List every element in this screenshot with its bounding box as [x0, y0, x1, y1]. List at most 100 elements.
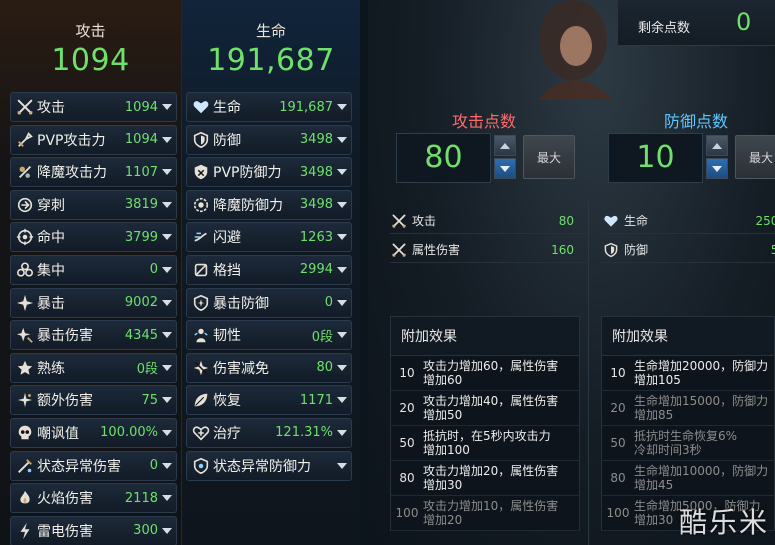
defense-stat-row[interactable]: 暴击防御 0 — [186, 287, 352, 318]
defense-stat-row[interactable]: 降魔防御力 3498 — [186, 189, 352, 220]
chevron-down-icon[interactable] — [162, 396, 172, 404]
defense-stat-row-label: 防御 — [213, 132, 241, 149]
defense-stat-row-label: PVP防御力 — [213, 165, 282, 182]
chevron-down-icon[interactable] — [162, 136, 172, 144]
defense-points-max-button[interactable]: 最大 — [735, 135, 775, 179]
chevron-down-icon[interactable] — [162, 527, 172, 535]
defense-stat-row[interactable]: 状态异常防御力 — [186, 450, 352, 481]
defense-stat-row-label: 恢复 — [213, 393, 241, 410]
heal-heart-icon — [191, 423, 211, 443]
defense-stat-row-label: 闪避 — [213, 230, 241, 247]
chevron-down-icon[interactable] — [337, 103, 347, 111]
demon-attack-icon — [15, 162, 35, 182]
chevron-down-icon[interactable] — [337, 396, 347, 404]
chevron-down-icon[interactable] — [162, 429, 172, 437]
defense-stat-row[interactable]: 生命 191,687 — [186, 92, 352, 122]
attack-points-stepper — [494, 135, 516, 179]
defense-points-field[interactable]: 10 — [608, 133, 703, 183]
defense-points-decrease-button[interactable] — [706, 158, 728, 179]
defense-stat-row[interactable]: PVP防御力 3498 — [186, 157, 352, 188]
attack-stat-row[interactable]: 集中 0 — [10, 254, 177, 285]
attack-stat-row[interactable]: 暴击 9002 — [10, 287, 177, 318]
attack-stat-row-label: 攻击 — [37, 100, 65, 116]
point-allocation-panel: 剩余点数 0 攻击点数 防御点数 80 最大 10 最大 攻击 80 属性伤害 160… — [368, 0, 775, 545]
remaining-points-label: 剩余点数 — [638, 21, 691, 36]
bonus-effect-item: 20 生命增加15000，防御力 增加85 — [601, 391, 775, 426]
defense-stat-row-value: 3498 — [299, 197, 333, 213]
attack-points-decrease-button[interactable] — [494, 158, 516, 179]
attack-stat-row[interactable]: 降魔攻击力 1107 — [10, 157, 177, 188]
chevron-down-icon[interactable] — [337, 168, 347, 176]
atk-allocated-stat-label: 属性伤害 — [412, 243, 461, 257]
attack-stat-row[interactable]: 雷电伤害 300 — [10, 515, 177, 545]
chevron-down-icon[interactable] — [162, 103, 172, 111]
attack-stat-row-value: 1094 — [124, 99, 158, 115]
defense-stats-column: 生命 191,687 生命 191,687 防御 3498 PVP防御力 3498 降魔防御… — [182, 0, 360, 545]
attack-stat-list: 攻击 1094 PVP攻击力 1094 降魔攻击力 1107 穿刺 3819 命中 3799 集中 0… — [10, 92, 177, 545]
defense-stat-row[interactable]: 治疗 121.31% — [186, 417, 352, 448]
attack-stat-row-label: 穿刺 — [37, 197, 65, 214]
defense-stat-row[interactable]: 伤害减免 80 — [186, 352, 352, 383]
defense-stat-row[interactable]: 格挡 2994 — [186, 254, 352, 285]
chevron-down-icon[interactable] — [162, 299, 172, 307]
attack-stat-row[interactable]: 状态异常伤害 0 — [10, 450, 177, 481]
chevron-down-icon[interactable] — [162, 233, 172, 241]
chevron-down-icon[interactable] — [337, 462, 347, 470]
chevron-down-icon[interactable] — [337, 266, 347, 274]
chevron-down-icon[interactable] — [162, 364, 172, 372]
defense-stat-list: 生命 191,687 防御 3498 PVP防御力 3498 降魔防御力 3498 闪避 1263… — [186, 92, 352, 483]
attack-stat-row[interactable]: 暴击伤害 4345 — [10, 320, 177, 351]
focus-icon — [15, 260, 35, 280]
defense-stat-row[interactable]: 防御 3498 — [186, 124, 352, 155]
flame-icon — [15, 488, 35, 508]
attack-stat-row[interactable]: 熟练 0段 — [10, 352, 177, 383]
chevron-down-icon[interactable] — [337, 233, 347, 241]
chevron-down-icon[interactable] — [337, 429, 347, 437]
attack-stat-row[interactable]: 攻击 1094 — [10, 92, 177, 122]
attack-stat-row[interactable]: PVP攻击力 1094 — [10, 124, 177, 155]
attack-header: 攻击 1094 — [0, 0, 181, 92]
chevron-down-icon[interactable] — [162, 494, 172, 502]
defense-points-stepper — [706, 135, 728, 179]
bonus-effect-text: 攻击力增加20，属性伤害 增加30 — [423, 464, 559, 492]
chevron-down-icon[interactable] — [162, 168, 172, 176]
chevron-down-icon[interactable] — [337, 201, 347, 209]
chevron-down-icon[interactable] — [162, 462, 172, 470]
attack-points-increase-button[interactable] — [494, 135, 516, 156]
burst-damage-icon — [15, 325, 35, 345]
defense-stat-row-label: 治疗 — [213, 425, 241, 442]
remaining-points-box: 剩余点数 0 — [618, 0, 775, 46]
bonus-effect-item: 10 生命增加20000，防御力 增加105 — [601, 356, 775, 391]
defense-stat-row-label: 状态异常防御力 — [213, 458, 311, 475]
attack-stat-row[interactable]: 命中 3799 — [10, 222, 177, 253]
attack-stat-row-value: 0 — [149, 262, 158, 278]
attack-points-max-button[interactable]: 最大 — [523, 135, 575, 179]
defense-stat-row[interactable]: 闪避 1263 — [186, 222, 352, 253]
chevron-down-icon[interactable] — [162, 331, 172, 339]
attack-stat-row-value: 3799 — [124, 229, 158, 245]
defense-stat-row-value: 0 — [324, 295, 333, 311]
attack-stat-row[interactable]: 嘲讽值 100.00% — [10, 417, 177, 448]
chevron-down-icon[interactable] — [337, 364, 347, 372]
chevron-down-icon[interactable] — [337, 331, 347, 339]
defense-points-increase-button[interactable] — [706, 135, 728, 156]
attack-stat-row[interactable]: 额外伤害 75 — [10, 385, 177, 416]
bonus-effect-level: 80 — [610, 471, 626, 485]
chevron-down-icon[interactable] — [162, 201, 172, 209]
attack-stat-row[interactable]: 火焰伤害 2118 — [10, 483, 177, 514]
heart-icon — [602, 212, 620, 230]
defense-stat-row[interactable]: 韧性 0段 — [186, 320, 352, 351]
bonus-effect-item: 20 攻击力增加40，属性伤害 增加50 — [390, 391, 580, 426]
status-shield-icon — [191, 456, 211, 476]
atk-allocated-stat: 属性伤害 160 — [390, 237, 590, 263]
attack-stat-row-value: 9002 — [124, 295, 158, 311]
chevron-down-icon[interactable] — [162, 266, 172, 274]
attack-stat-row-value: 100.00% — [100, 425, 158, 441]
attack-stat-row[interactable]: 穿刺 3819 — [10, 189, 177, 220]
chevron-down-icon[interactable] — [337, 299, 347, 307]
chevron-down-icon[interactable] — [337, 136, 347, 144]
defense-stat-row[interactable]: 恢复 1171 — [186, 385, 352, 416]
bonus-effect-text: 攻击力增加10，属性伤害 增加20 — [423, 499, 559, 527]
attack-points-field[interactable]: 80 — [396, 133, 491, 183]
character-portrait-art — [538, 0, 613, 100]
